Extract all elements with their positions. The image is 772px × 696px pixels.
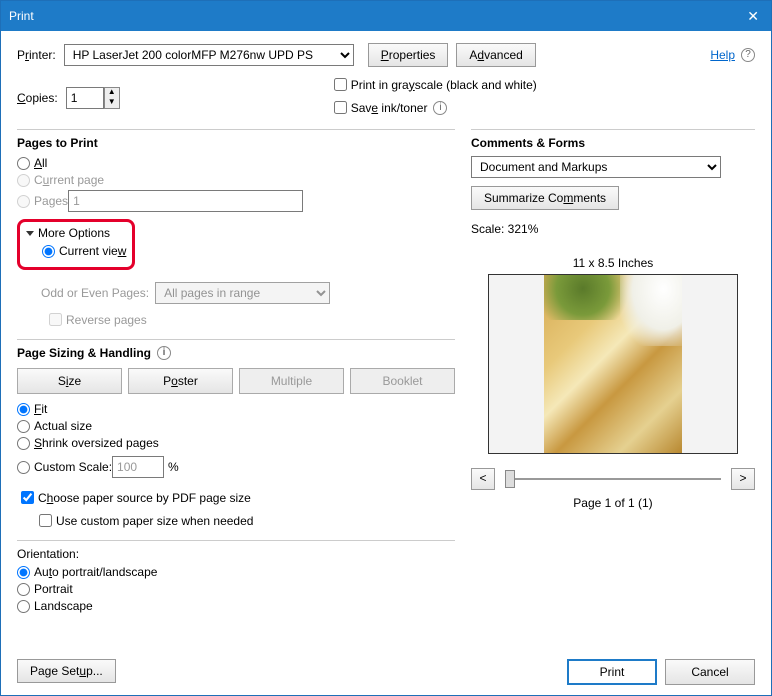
summarize-button[interactable]: Summarize Comments bbox=[471, 186, 619, 210]
current-view-radio[interactable] bbox=[42, 245, 55, 258]
choose-paper-checkbox[interactable] bbox=[21, 491, 34, 504]
print-dialog: Print ✕ Printer: HP LaserJet 200 colorMF… bbox=[0, 0, 772, 696]
grayscale-checkbox[interactable] bbox=[334, 78, 347, 91]
auto-orient-label: Auto portrait/landscape bbox=[34, 565, 157, 579]
landscape-radio[interactable] bbox=[17, 600, 30, 613]
cancel-button[interactable]: Cancel bbox=[665, 659, 755, 685]
booklet-tab: Booklet bbox=[350, 368, 455, 394]
choose-paper-label: Choose paper source by PDF page size bbox=[38, 491, 251, 505]
pages-input bbox=[68, 190, 303, 212]
close-icon[interactable]: ✕ bbox=[743, 8, 763, 25]
shrink-radio[interactable] bbox=[17, 437, 30, 450]
save-ink-label: Save ink/toner bbox=[351, 101, 428, 115]
help-link[interactable]: Help bbox=[710, 48, 735, 62]
highlight-annotation: More Options Current view bbox=[17, 219, 135, 270]
portrait-label: Portrait bbox=[34, 582, 73, 596]
odd-even-select: All pages in range bbox=[155, 282, 330, 304]
reverse-checkbox bbox=[49, 313, 62, 326]
reverse-label: Reverse pages bbox=[66, 313, 147, 327]
current-page-radio bbox=[17, 174, 30, 187]
spinner-down-icon[interactable]: ▼ bbox=[105, 98, 119, 108]
fit-radio[interactable] bbox=[17, 403, 30, 416]
pages-label: Pages bbox=[34, 194, 68, 208]
copies-label: Copies: bbox=[17, 91, 58, 105]
use-custom-checkbox[interactable] bbox=[39, 514, 52, 527]
pages-title: Pages to Print bbox=[17, 136, 455, 150]
actual-label: Actual size bbox=[34, 419, 92, 433]
all-label: All bbox=[34, 156, 47, 170]
custom-scale-input bbox=[112, 456, 164, 478]
print-preview bbox=[488, 274, 738, 454]
orientation-group: Orientation: Auto portrait/landscape Por… bbox=[17, 540, 455, 613]
landscape-label: Landscape bbox=[34, 599, 93, 613]
portrait-radio[interactable] bbox=[17, 583, 30, 596]
percent-label: % bbox=[168, 460, 179, 474]
help-info-icon[interactable]: ? bbox=[741, 48, 755, 62]
comments-group: Comments & Forms Document and Markups Su… bbox=[471, 129, 755, 510]
window-title: Print bbox=[9, 9, 34, 23]
preview-image bbox=[544, 275, 682, 453]
grayscale-label: Print in grayscale (black and white) bbox=[351, 78, 537, 92]
page-info: Page 1 of 1 (1) bbox=[471, 496, 755, 510]
page-slider[interactable] bbox=[505, 478, 721, 480]
prev-page-button[interactable]: < bbox=[471, 468, 495, 490]
printer-label: Printer: bbox=[17, 48, 56, 62]
titlebar: Print ✕ bbox=[1, 1, 771, 31]
advanced-button[interactable]: Advanced bbox=[456, 43, 535, 67]
properties-button[interactable]: Properties bbox=[368, 43, 449, 67]
chevron-down-icon bbox=[26, 231, 34, 236]
use-custom-label: Use custom paper size when needed bbox=[56, 514, 253, 528]
orientation-title: Orientation: bbox=[17, 547, 455, 561]
sizing-info-icon[interactable]: i bbox=[157, 346, 171, 360]
save-ink-info-icon[interactable]: i bbox=[433, 101, 447, 115]
fit-label: Fit bbox=[34, 402, 47, 416]
page-setup-button[interactable]: Page Setup... bbox=[17, 659, 116, 683]
save-ink-checkbox[interactable] bbox=[334, 101, 347, 114]
more-options-toggle[interactable]: More Options bbox=[26, 226, 126, 240]
sizing-group: Page Sizing & Handling i Size Poster Mul… bbox=[17, 339, 455, 530]
actual-radio[interactable] bbox=[17, 420, 30, 433]
comments-title: Comments & Forms bbox=[471, 136, 755, 150]
all-radio[interactable] bbox=[17, 157, 30, 170]
copies-spinner[interactable]: ▲▼ bbox=[104, 87, 120, 109]
next-page-button[interactable]: > bbox=[731, 468, 755, 490]
comments-select[interactable]: Document and Markups bbox=[471, 156, 721, 178]
custom-scale-label: Custom Scale: bbox=[34, 460, 112, 474]
shrink-label: Shrink oversized pages bbox=[34, 436, 159, 450]
current-view-label: Current view bbox=[59, 244, 126, 258]
odd-even-label: Odd or Even Pages: bbox=[41, 286, 149, 300]
sizing-title: Page Sizing & Handling bbox=[17, 346, 151, 360]
current-page-label: Current page bbox=[34, 173, 104, 187]
print-button[interactable]: Print bbox=[567, 659, 657, 685]
pages-radio bbox=[17, 195, 30, 208]
poster-tab[interactable]: Poster bbox=[128, 368, 233, 394]
preview-dimensions: 11 x 8.5 Inches bbox=[471, 256, 755, 270]
scale-text: Scale: 321% bbox=[471, 222, 755, 236]
copies-input[interactable] bbox=[66, 87, 104, 109]
slider-thumb[interactable] bbox=[505, 470, 515, 488]
auto-orient-radio[interactable] bbox=[17, 566, 30, 579]
pages-to-print-group: Pages to Print All Current page Pages Mo… bbox=[17, 129, 455, 329]
size-tab[interactable]: Size bbox=[17, 368, 122, 394]
more-options-label: More Options bbox=[38, 226, 110, 240]
multiple-tab: Multiple bbox=[239, 368, 344, 394]
custom-scale-radio[interactable] bbox=[17, 461, 30, 474]
printer-select[interactable]: HP LaserJet 200 colorMFP M276nw UPD PS bbox=[64, 44, 354, 66]
